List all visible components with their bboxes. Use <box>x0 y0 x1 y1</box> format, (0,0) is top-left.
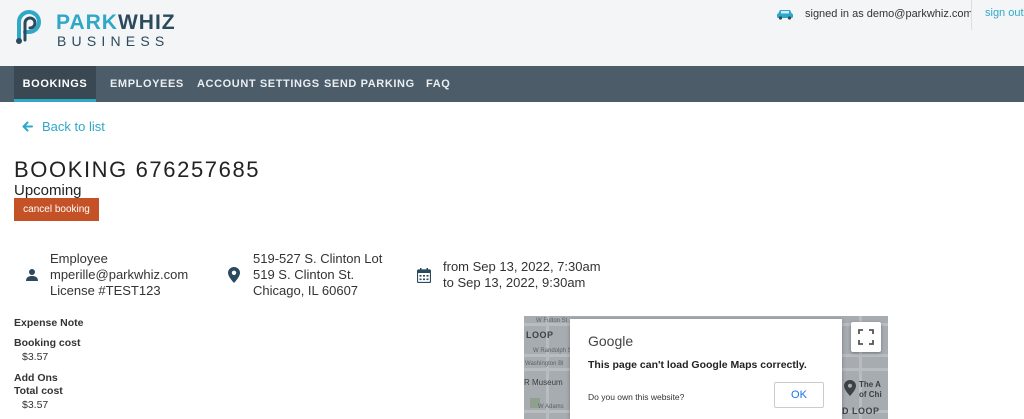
sign-out-link[interactable]: sign out <box>985 7 1024 19</box>
nav-tab-faq[interactable]: FAQ <box>426 66 450 102</box>
location-city: Chicago, IL 60607 <box>253 283 359 298</box>
booking-cost-label: Booking cost <box>14 337 81 349</box>
booking-status: Upcoming <box>14 182 82 199</box>
fullscreen-icon <box>858 329 874 345</box>
page-title: BOOKING 676257685 <box>14 157 261 182</box>
total-cost-label: Total cost <box>14 385 63 397</box>
time-from: from Sep 13, 2022, 7:30am <box>443 259 601 274</box>
calendar-icon <box>417 268 431 283</box>
nav-tab-account-settings[interactable]: ACCOUNT SETTINGS <box>197 66 320 102</box>
map-street-label: W Fulton St <box>536 318 568 324</box>
location-pin-icon <box>228 267 240 283</box>
employee-license: License #TEST123 <box>50 283 161 298</box>
map-street-label: Washington Bl <box>525 361 564 367</box>
dialog-ok-button[interactable]: OK <box>774 382 824 408</box>
fullscreen-button[interactable] <box>851 322 881 352</box>
logo-business-text: BUSINESS <box>57 33 170 49</box>
map-poi-label: of Chi <box>859 390 882 399</box>
logo-park-text: PARK <box>56 11 118 34</box>
location-street: 519 S. Clinton St. <box>253 267 355 282</box>
booking-cost-value: $3.57 <box>22 351 49 363</box>
map-marker-icon <box>844 380 856 396</box>
signed-in-text: signed in as demo@parkwhiz.com <box>805 8 973 20</box>
logo-whiz-text: WHIZ <box>117 11 176 34</box>
signed-in-status: signed in as demo@parkwhiz.com <box>776 6 973 22</box>
map-street-label: W Adams <box>538 404 564 410</box>
total-cost-value: $3.57 <box>22 399 49 411</box>
header-divider <box>971 0 972 30</box>
arrow-left-icon <box>22 121 33 131</box>
employee-label: Employee <box>50 251 108 266</box>
map-district-label: D LOOP <box>842 406 880 416</box>
map-district-label: LOOP <box>526 330 554 340</box>
nav-tab-send-parking[interactable]: SEND PARKING <box>324 66 415 102</box>
time-to: to Sep 13, 2022, 9:30am <box>443 275 586 290</box>
parkwhiz-logo-icon <box>16 10 41 44</box>
page-header: PARKWHIZ BUSINESS signed in as demo@park… <box>0 0 1024 66</box>
employee-email: mperille@parkwhiz.com <box>50 267 189 282</box>
person-icon <box>26 269 38 281</box>
location-name: 519-527 S. Clinton Lot <box>253 251 383 266</box>
cancel-booking-button[interactable]: cancel booking <box>14 198 99 221</box>
google-maps-error-dialog: Google This page can't load Google Maps … <box>570 319 842 419</box>
logo-wordmark: PARKWHIZ <box>56 11 176 35</box>
map-poi-label: The A <box>859 380 881 389</box>
main-nav: BOOKINGS EMPLOYEES ACCOUNT SETTINGS SEND… <box>0 66 1024 102</box>
nav-tab-bookings[interactable]: BOOKINGS <box>14 66 96 102</box>
map-view[interactable]: W Fulton St LOOP W Randolph St Washingto… <box>524 316 888 419</box>
back-to-list-label: Back to list <box>42 118 105 134</box>
google-logo: Google <box>588 333 634 349</box>
car-icon <box>777 10 793 20</box>
location-info: 519-527 S. Clinton Lot 519 S. Clinton St… <box>253 251 382 299</box>
parkwhiz-business-logo[interactable]: PARKWHIZ BUSINESS <box>13 10 176 50</box>
maps-error-message: This page can't load Google Maps correct… <box>588 359 807 371</box>
map-poi-label: R Museum <box>524 378 563 387</box>
employee-info: Employee mperille@parkwhiz.com License #… <box>50 251 188 299</box>
map-street-label: W Randolph St <box>533 348 574 354</box>
own-website-link[interactable]: Do you own this website? <box>588 392 684 402</box>
add-ons-label: Add Ons <box>14 372 58 384</box>
back-to-list-link[interactable]: Back to list <box>22 116 105 136</box>
nav-tab-employees[interactable]: EMPLOYEES <box>110 66 184 102</box>
expense-note-label: Expense Note <box>14 317 84 329</box>
time-info: from Sep 13, 2022, 7:30am to Sep 13, 202… <box>443 259 601 291</box>
